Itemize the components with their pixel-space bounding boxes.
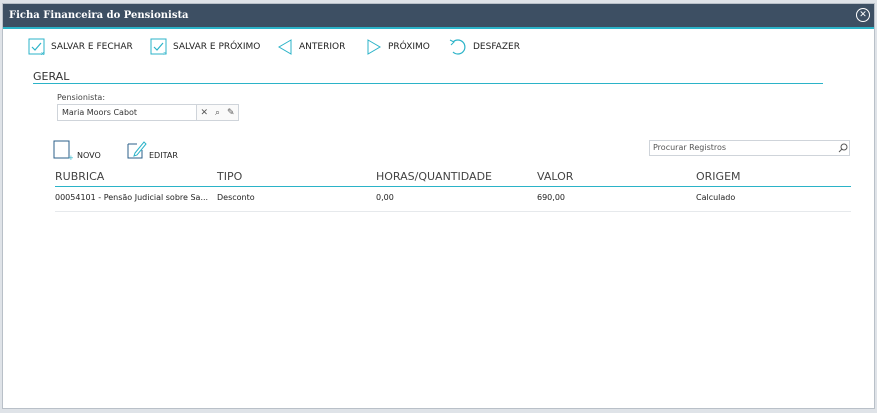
edit-label: EDITAR	[149, 151, 178, 160]
save-close-button[interactable]: x SALVAR E FECHAR	[28, 37, 133, 57]
table-header: RUBRICA TIPO HORAS/QUANTIDADE VALOR ORIG…	[55, 168, 851, 187]
pensioner-field-actions: ✕ ⌕ ✎	[197, 104, 239, 121]
arrow-left-icon	[278, 39, 292, 55]
search-icon[interactable]: ⌕	[215, 108, 220, 118]
save-close-label: SALVAR E FECHAR	[51, 42, 133, 52]
section-divider	[33, 83, 823, 84]
clear-icon[interactable]: ✕	[200, 108, 208, 118]
column-header[interactable]: HORAS/QUANTIDADE	[376, 170, 492, 183]
table-cell: Desconto	[217, 193, 255, 202]
undo-icon	[449, 39, 466, 55]
save-next-label: SALVAR E PRÓXIMO	[173, 42, 261, 52]
svg-text:+: +	[68, 154, 73, 160]
table-row[interactable]: 00054101 - Pensão Judicial sobre Sa... D…	[55, 187, 851, 212]
search-input[interactable]: Procurar Registros	[649, 140, 837, 156]
table-cell: 00054101 - Pensão Judicial sobre Sa...	[55, 193, 209, 202]
pensioner-field[interactable]: Maria Moors Cabot	[57, 104, 197, 121]
svg-text:x: x	[41, 51, 44, 56]
undo-button[interactable]: DESFAZER	[448, 37, 520, 57]
previous-button[interactable]: ANTERIOR	[276, 37, 345, 57]
table-cell: 690,00	[537, 193, 565, 202]
save-next-button[interactable]: > SALVAR E PRÓXIMO	[150, 37, 260, 57]
title-bar: Ficha Financeira do Pensionista ✕	[3, 4, 874, 29]
new-button[interactable]: + NOVO	[53, 140, 101, 160]
arrow-right-icon	[367, 39, 381, 55]
previous-label: ANTERIOR	[299, 42, 346, 52]
new-label: NOVO	[77, 151, 101, 160]
table-cell: Calculado	[696, 193, 736, 202]
undo-label: DESFAZER	[473, 42, 520, 52]
window-title: Ficha Financeira do Pensionista	[9, 10, 189, 21]
search-button[interactable]	[836, 140, 850, 156]
next-label: PRÓXIMO	[388, 42, 430, 52]
edit-button[interactable]: EDITAR	[127, 140, 178, 160]
dialog-window: Ficha Financeira do Pensionista ✕ x SALV…	[2, 3, 875, 409]
table-cell: 0,00	[376, 193, 394, 202]
new-icon: +	[53, 140, 73, 160]
close-icon[interactable]: ✕	[856, 8, 870, 22]
column-header[interactable]: ORIGEM	[696, 170, 741, 183]
svg-text:>: >	[163, 51, 167, 56]
pensioner-label: Pensionista:	[57, 93, 106, 102]
column-header[interactable]: VALOR	[537, 170, 573, 183]
column-header[interactable]: RUBRICA	[55, 170, 104, 183]
records-table: RUBRICA TIPO HORAS/QUANTIDADE VALOR ORIG…	[55, 168, 851, 212]
search-icon	[838, 143, 847, 153]
edit-icon[interactable]: ✎	[227, 108, 235, 118]
check-next-icon: >	[150, 38, 167, 56]
check-close-icon: x	[28, 38, 45, 56]
next-button[interactable]: PRÓXIMO	[365, 37, 430, 57]
column-header[interactable]: TIPO	[217, 170, 242, 183]
edit-icon	[127, 141, 147, 159]
section-title: GERAL	[33, 70, 70, 83]
